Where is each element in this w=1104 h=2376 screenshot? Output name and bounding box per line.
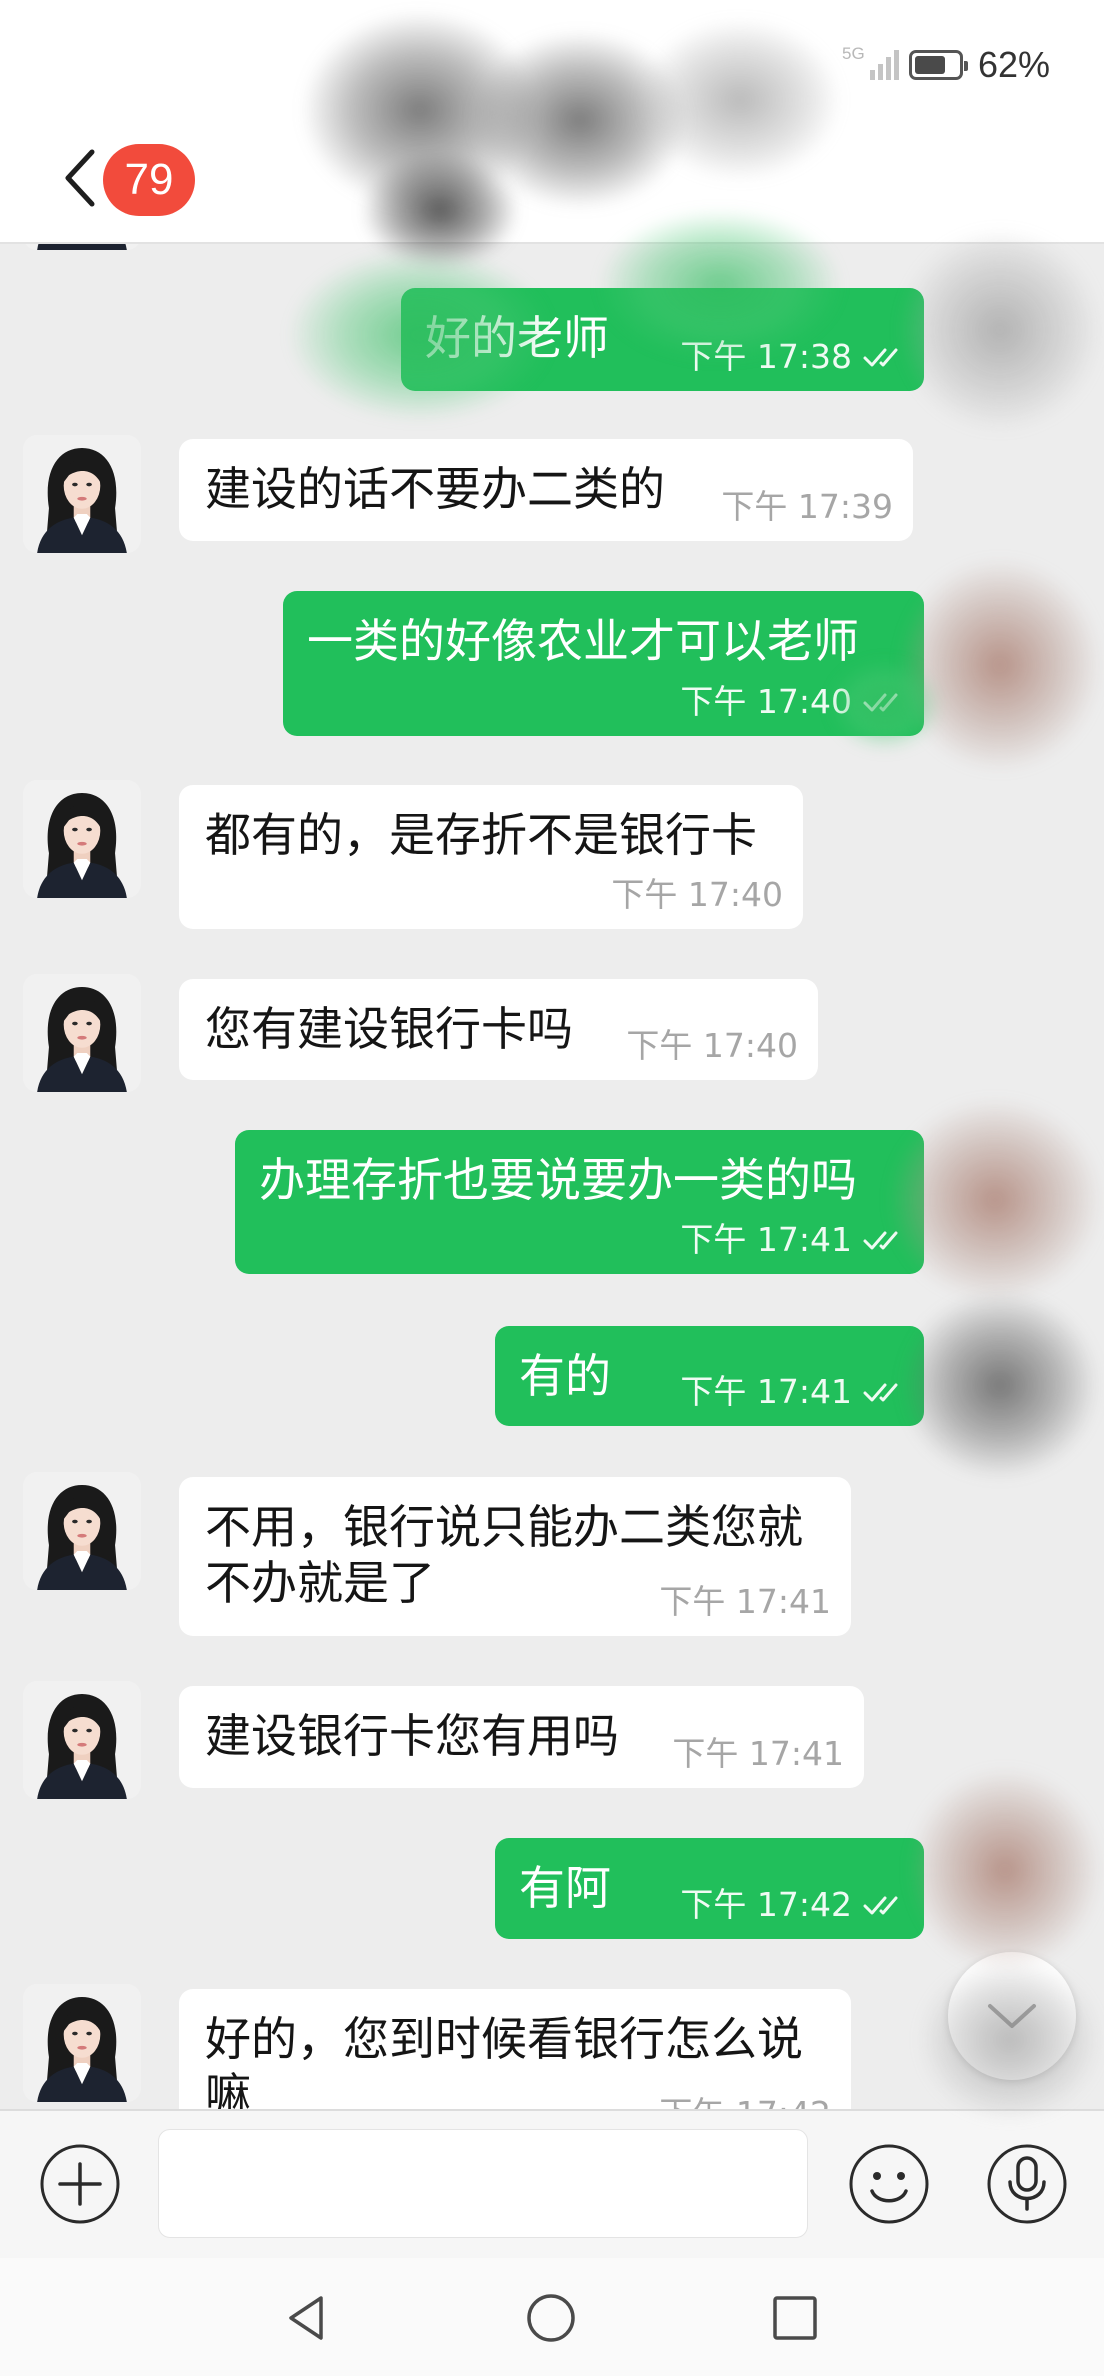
message-time: 下午 17:41: [659, 1582, 831, 1621]
square-recents-icon: [773, 2296, 817, 2340]
smiley-icon: [849, 2144, 929, 2224]
contact-photo: [23, 1681, 141, 1799]
message-meta: 下午 17:39: [721, 487, 893, 527]
ink-blot: [910, 1770, 1100, 1970]
emoji-button[interactable]: [847, 2142, 931, 2226]
message-input[interactable]: [158, 2129, 808, 2238]
avatar[interactable]: [23, 1472, 141, 1590]
message-meta: 下午 17:41: [672, 1734, 844, 1774]
outgoing-message-bubble[interactable]: 办理存折也要说要办一类的吗 下午 17:41: [235, 1130, 924, 1274]
outgoing-message-bubble[interactable]: 好的老师 下午 17:38: [401, 288, 924, 391]
outgoing-message-bubble[interactable]: 有阿 下午 17:42: [495, 1838, 924, 1939]
message-meta: 下午 17:42: [680, 1885, 906, 1925]
message-time: 下午 17:40: [611, 875, 783, 914]
circle-home-icon: [527, 2294, 575, 2342]
message-meta: 下午 17:41: [680, 1220, 906, 1260]
incoming-message-bubble[interactable]: 都有的，是存折不是银行卡 下午 17:40: [179, 785, 803, 929]
chevron-left-icon[interactable]: [58, 146, 102, 210]
triangle-back-icon: [289, 2296, 323, 2340]
contact-photo: [23, 780, 141, 898]
message-time: 下午 17:40: [680, 682, 852, 721]
avatar[interactable]: [23, 1984, 141, 2102]
double-check-icon: [863, 1231, 898, 1250]
contact-photo: [23, 435, 141, 553]
voice-button[interactable]: [985, 2142, 1069, 2226]
nav-recents-button[interactable]: [767, 2290, 823, 2346]
message-meta: 下午 17:40: [680, 682, 906, 722]
ink-blot: [900, 230, 1100, 430]
scroll-to-bottom-button[interactable]: [948, 1952, 1076, 2080]
attach-button[interactable]: [38, 2142, 122, 2226]
system-navigation-bar: [0, 2258, 1104, 2376]
ink-blot: [900, 560, 1100, 770]
battery-percentage: 62%: [978, 44, 1051, 85]
unread-count-badge[interactable]: 79: [103, 144, 195, 216]
message-time: 下午 17:39: [721, 487, 893, 526]
message-text: 一类的好像农业才可以老师: [307, 614, 859, 668]
battery-level-fill: [915, 56, 945, 74]
double-check-icon: [863, 1896, 898, 1915]
double-check-icon: [863, 1383, 898, 1402]
message-time: 下午 17:41: [672, 1734, 844, 1773]
incoming-message-bubble[interactable]: 不用，银行说只能办二类您就不办就是了 下午 17:41: [179, 1477, 851, 1636]
message-time: 下午 17:41: [680, 1220, 852, 1259]
avatar[interactable]: [23, 1681, 141, 1799]
incoming-message-bubble[interactable]: 您有建设银行卡吗 下午 17:40: [179, 979, 818, 1080]
message-time: 下午 17:40: [626, 1026, 798, 1065]
incoming-message-bubble[interactable]: 建设银行卡您有用吗 下午 17:41: [179, 1686, 864, 1788]
avatar[interactable]: [23, 780, 141, 898]
message-meta: 下午 17:41: [659, 1582, 831, 1622]
message-text: 办理存折也要说要办一类的吗: [259, 1153, 857, 1207]
contact-photo: [23, 1472, 141, 1590]
outgoing-message-bubble[interactable]: 一类的好像农业才可以老师 下午 17:40: [283, 591, 924, 736]
network-type: 5G: [842, 44, 865, 63]
avatar[interactable]: [23, 435, 141, 553]
avatar[interactable]: [23, 974, 141, 1092]
message-meta: 下午 17:41: [680, 1372, 906, 1412]
message-text: 都有的，是存折不是银行卡: [205, 808, 757, 862]
nav-home-button[interactable]: [523, 2290, 579, 2346]
outgoing-message-bubble[interactable]: 有的 下午 17:41: [495, 1326, 924, 1426]
message-time: 下午 17:42: [680, 1885, 852, 1924]
nav-back-button[interactable]: [279, 2290, 335, 2346]
plus-icon: [40, 2144, 120, 2224]
chat-header: 5G 62% 79: [0, 0, 1104, 242]
message-time: 下午 17:38: [680, 337, 852, 376]
chevron-down-icon: [988, 2004, 1036, 2028]
microphone-icon: [987, 2144, 1067, 2224]
incoming-message-bubble[interactable]: 建设的话不要办二类的 下午 17:39: [179, 439, 913, 541]
input-bar: [0, 2109, 1104, 2258]
message-meta: 下午 17:38: [680, 337, 906, 377]
double-check-icon: [863, 693, 898, 712]
ink-blot: [900, 1290, 1100, 1480]
message-meta: 下午 17:40: [611, 875, 783, 915]
message-meta: 下午 17:40: [626, 1026, 798, 1066]
message-time: 下午 17:41: [680, 1372, 852, 1411]
double-check-icon: [863, 348, 898, 367]
contact-photo: [23, 1984, 141, 2102]
battery-icon: [909, 50, 968, 80]
contact-photo: [23, 974, 141, 1092]
